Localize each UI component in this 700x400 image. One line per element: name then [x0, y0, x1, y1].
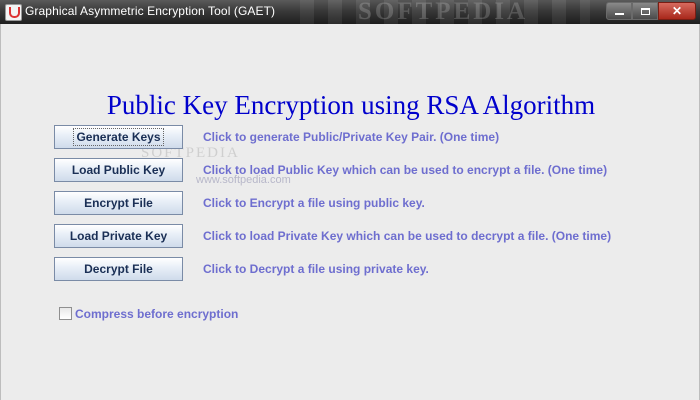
decrypt-file-description: Click to Decrypt a file using private ke…: [203, 262, 429, 276]
load-private-key-label: Load Private Key: [69, 229, 168, 243]
window-controls: ✕: [606, 2, 696, 20]
load-public-key-button[interactable]: Load Public Key: [54, 158, 183, 182]
page-title: Public Key Encryption using RSA Algorith…: [106, 90, 596, 120]
generate-keys-label: Generate Keys: [73, 128, 164, 146]
watermark-text: SOFTPEDIA: [358, 0, 529, 25]
load-private-key-description: Click to load Private Key which can be u…: [203, 229, 612, 243]
maximize-button[interactable]: [632, 2, 658, 20]
generate-keys-button[interactable]: Generate Keys: [54, 125, 183, 149]
compress-checkbox[interactable]: [59, 307, 72, 320]
generate-keys-description: Click to generate Public/Private Key Pai…: [203, 130, 500, 144]
decrypt-file-button[interactable]: Decrypt File: [54, 257, 183, 281]
close-icon: ✕: [671, 4, 683, 18]
minimize-button[interactable]: [606, 2, 632, 20]
compress-checkbox-label[interactable]: Compress before encryption: [75, 307, 238, 321]
decrypt-file-label: Decrypt File: [84, 262, 153, 276]
encrypt-file-button[interactable]: Encrypt File: [54, 191, 183, 215]
window-title: Graphical Asymmetric Encryption Tool (GA…: [25, 4, 276, 18]
load-private-key-button[interactable]: Load Private Key: [54, 224, 183, 248]
load-public-key-description: Click to load Public Key which can be us…: [203, 163, 608, 177]
load-public-key-label: Load Public Key: [71, 163, 166, 177]
encrypt-file-label: Encrypt File: [84, 196, 153, 210]
main-panel: Public Key Encryption using RSA Algorith…: [0, 24, 700, 400]
encrypt-file-description: Click to Encrypt a file using public key…: [203, 196, 425, 210]
title-bar[interactable]: Graphical Asymmetric Encryption Tool (GA…: [0, 0, 700, 25]
close-button[interactable]: ✕: [658, 2, 696, 20]
minimize-icon: [614, 13, 624, 15]
maximize-icon: [640, 7, 650, 15]
java-app-icon: [5, 4, 22, 21]
